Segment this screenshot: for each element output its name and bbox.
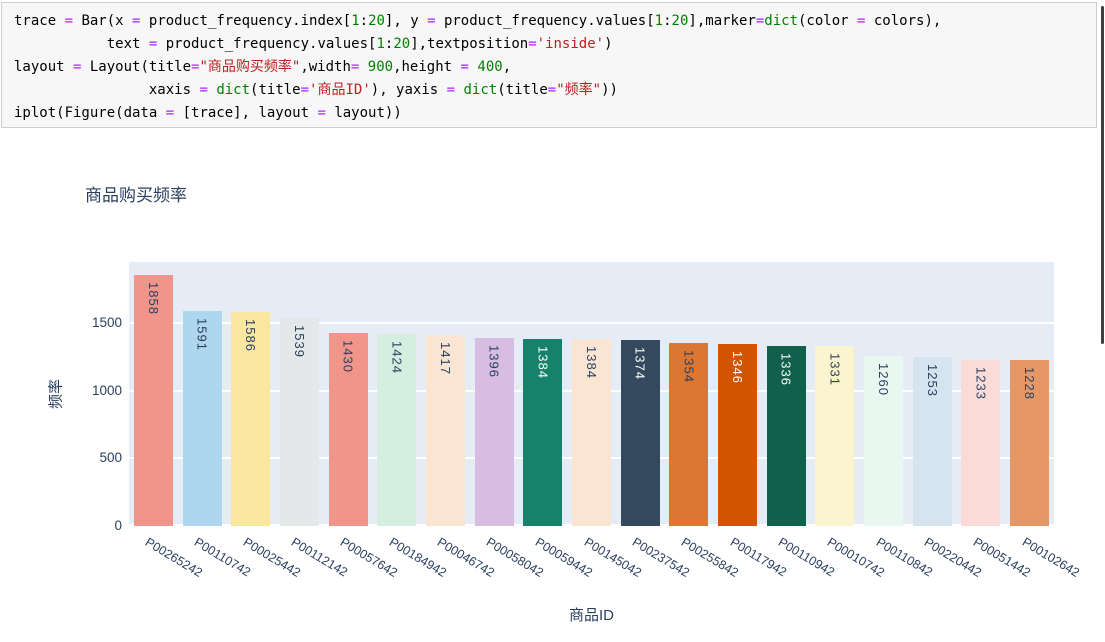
bar[interactable]: 1331 (815, 346, 854, 526)
bar[interactable]: 1374 (621, 340, 660, 526)
bar-value-label: 1228 (1022, 367, 1037, 400)
bar-value-label: 1374 (633, 347, 648, 380)
y-axis-title: 频率 (45, 379, 66, 409)
bar-value-label: 1417 (438, 342, 453, 375)
bar[interactable]: 1858 (134, 275, 173, 526)
bar[interactable]: 1260 (864, 356, 903, 526)
bar-value-label: 1586 (243, 319, 258, 352)
y-tick-label: 1500 (0, 315, 122, 330)
bar[interactable]: 1346 (718, 344, 757, 526)
scrollbar-thumb[interactable] (1101, 6, 1104, 344)
bar[interactable]: 1539 (280, 318, 319, 526)
bar[interactable]: 1586 (231, 312, 270, 526)
code-line: xaxis = dict(title='商品ID'), yaxis = dict… (14, 79, 1088, 102)
bar[interactable]: 1354 (669, 343, 708, 526)
bar[interactable]: 1253 (913, 357, 952, 526)
code-line: iplot(Figure(data = [trace], layout = la… (14, 102, 1088, 125)
bar[interactable]: 1233 (961, 360, 1000, 527)
bar-value-label: 1384 (584, 346, 599, 379)
bar-value-label: 1858 (146, 282, 161, 315)
bar-value-label: 1253 (925, 364, 940, 397)
bar[interactable]: 1228 (1010, 360, 1049, 526)
bar[interactable]: 1591 (183, 311, 222, 526)
bar-value-label: 1430 (341, 340, 356, 373)
bar[interactable]: 1384 (572, 339, 611, 526)
code-line: layout = Layout(title="商品购买频率",width= 90… (14, 56, 1088, 79)
bar-value-label: 1384 (535, 346, 550, 379)
bar-value-label: 1260 (876, 363, 891, 396)
bar-value-label: 1331 (827, 353, 842, 386)
bar-value-label: 1591 (195, 318, 210, 351)
bar-value-label: 1396 (487, 345, 502, 378)
bar-value-label: 1539 (292, 325, 307, 358)
bar[interactable]: 1417 (426, 335, 465, 526)
y-tick-label: 500 (0, 450, 122, 465)
x-axis-title: 商品ID (129, 604, 1054, 625)
bar[interactable]: 1336 (767, 346, 806, 526)
code-line: text = product_frequency.values[1:20],te… (14, 33, 1088, 56)
plot-area: 1858 1591 1586 1539 1430 1424 1417 1396 1384 1384… (129, 262, 1054, 526)
code-cell[interactable]: trace = Bar(x = product_frequency.index[… (1, 2, 1097, 128)
bar[interactable]: 1384 (523, 339, 562, 526)
code-line: trace = Bar(x = product_frequency.index[… (14, 10, 1088, 33)
bar[interactable]: 1424 (377, 334, 416, 526)
bar-value-label: 1233 (973, 367, 988, 400)
chart-title: 商品购买频率 (85, 181, 187, 206)
bar-value-label: 1336 (779, 353, 794, 386)
bar-value-label: 1346 (730, 351, 745, 384)
bar[interactable]: 1430 (329, 333, 368, 526)
y-tick-label: 0 (0, 518, 122, 533)
bar[interactable]: 1396 (475, 338, 514, 527)
bar-value-label: 1354 (681, 350, 696, 383)
bar-value-label: 1424 (389, 341, 404, 374)
